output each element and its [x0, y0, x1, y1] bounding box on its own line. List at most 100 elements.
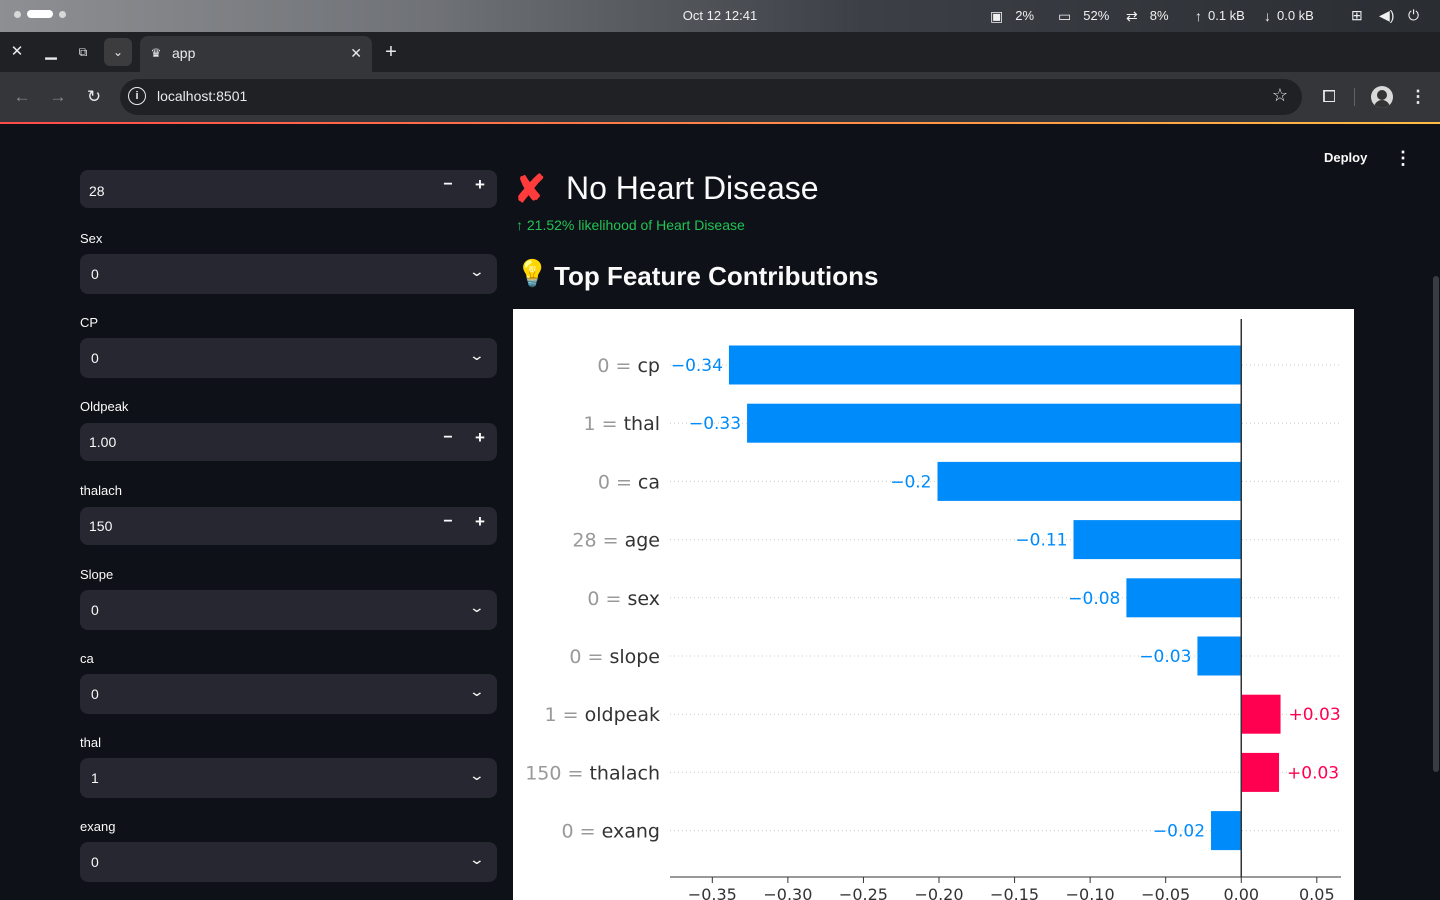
reload-icon[interactable]: ↻	[83, 86, 105, 108]
streamlit-favicon-icon: ♛	[150, 46, 162, 60]
deploy-button[interactable]: Deploy	[1324, 150, 1367, 165]
chevron-down-icon: ⌄	[468, 599, 486, 615]
minimize-window-icon[interactable]: ▁	[41, 42, 61, 62]
feature-value-text: 1 =	[583, 413, 623, 435]
memory-icon: ▭	[1058, 7, 1072, 24]
cp-label: CP	[80, 315, 99, 330]
bar-ca	[937, 461, 1242, 501]
download-indicator[interactable]: ↓ 0.0 kB	[1264, 8, 1314, 23]
prediction-delta: ↑ 21.52% likelihood of Heart Disease	[516, 217, 745, 233]
toolbar-divider	[1354, 88, 1355, 106]
feature-name-text: thal	[624, 413, 660, 435]
memory-indicator[interactable]: ▭ 52%	[1058, 8, 1109, 23]
prediction-result-title: No Heart Disease	[566, 170, 819, 206]
x-tick-label: −0.30	[763, 885, 812, 900]
url-text[interactable]: localhost:8501	[157, 88, 247, 104]
thalach-value[interactable]: 150	[89, 518, 112, 534]
value-label-age: −0.11	[1015, 531, 1067, 551]
page-scrollbar[interactable]	[1433, 276, 1439, 772]
exang-select[interactable]: 0 ⌄	[80, 842, 497, 882]
upload-arrow-icon: ↑	[1195, 7, 1202, 24]
close-tab-icon[interactable]: ✕	[350, 45, 362, 62]
system-top-bar: Oct 12 12:41 ▣ 2% ▭ 52% ⇄ 8% ↑ 0.1 kB ↓ …	[0, 0, 1440, 32]
category-label-slope: 0 = slope	[569, 646, 660, 668]
oldpeak-decrement-button[interactable]: −	[438, 429, 458, 447]
thalach-increment-button[interactable]: +	[470, 512, 490, 532]
sex-label: Sex	[80, 231, 103, 246]
power-icon[interactable]: ⏻	[1408, 8, 1419, 22]
x-tick-label: −0.35	[688, 885, 737, 900]
thal-selected-value: 1	[91, 770, 99, 786]
ca-select[interactable]: 0 ⌄	[80, 674, 497, 714]
cp-select[interactable]: 0 ⌄	[80, 338, 497, 378]
address-bar[interactable]: i localhost:8501 ☆	[120, 79, 1302, 115]
waterfall-chart-svg: −0.34 0 = cp −0.33 1 = thal −0.2 0 = ca −0.11 2…	[525, 319, 1341, 900]
feature-name-text: age	[625, 530, 660, 552]
avatar-body	[1374, 100, 1390, 108]
value-label-oldpeak: +0.03	[1289, 705, 1341, 725]
feature-name-text: exang	[602, 821, 660, 843]
slope-select[interactable]: 0 ⌄	[80, 590, 497, 630]
bar-oldpeak	[1241, 694, 1281, 734]
age-decrement-button[interactable]: −	[438, 176, 458, 194]
profile-avatar[interactable]	[1371, 86, 1393, 108]
new-tab-plus-icon[interactable]: +	[380, 41, 402, 63]
network-icon[interactable]: ⊞	[1351, 8, 1363, 22]
sex-select[interactable]: 0 ⌄	[80, 254, 497, 294]
feature-name-text: cp	[637, 355, 660, 377]
feature-name-text: slope	[609, 646, 660, 668]
avatar-head	[1377, 90, 1387, 100]
upload-value: 0.1 kB	[1208, 8, 1245, 23]
close-window-icon[interactable]: ✕	[7, 42, 27, 62]
x-tick-label: 0.00	[1223, 885, 1259, 900]
swap-indicator[interactable]: ⇄ 8%	[1126, 8, 1169, 23]
x-tick-label: −0.10	[1066, 885, 1115, 900]
upload-indicator[interactable]: ↑ 0.1 kB	[1195, 8, 1245, 23]
oldpeak-number-input[interactable]: 1.00 − +	[80, 423, 497, 461]
cpu-icon: ▣	[990, 7, 1004, 24]
feature-name-text: ca	[638, 471, 660, 493]
feature-value-text: 0 =	[597, 355, 637, 377]
bookmark-star-icon[interactable]: ☆	[1272, 85, 1288, 106]
bar-thal	[747, 403, 1242, 443]
tab-title: app	[172, 45, 196, 61]
chevron-down-icon: ⌄	[468, 347, 486, 363]
category-label-thalach: 150 = thalach	[525, 762, 660, 784]
browser-menu-icon[interactable]: ⋮	[1407, 86, 1429, 108]
x-tick-label: 0.05	[1299, 885, 1335, 900]
back-arrow-icon[interactable]: ←	[11, 86, 33, 108]
bar-cp	[728, 345, 1242, 385]
value-label-thal: −0.33	[689, 414, 741, 434]
category-label-ca: 0 = ca	[598, 471, 660, 493]
category-label-exang: 0 = exang	[562, 821, 660, 843]
ca-label: ca	[80, 651, 94, 666]
x-tick-label: −0.15	[990, 885, 1039, 900]
browser-tab[interactable]: ♛ app ✕	[140, 36, 372, 72]
oldpeak-value[interactable]: 1.00	[89, 434, 116, 450]
sex-selected-value: 0	[91, 266, 99, 282]
age-increment-button[interactable]: +	[470, 175, 490, 195]
slope-selected-value: 0	[91, 602, 99, 618]
cpu-indicator[interactable]: ▣ 2%	[990, 8, 1034, 23]
feature-value-text: 150 =	[525, 762, 589, 784]
category-label-age: 28 = age	[572, 530, 660, 552]
thal-select[interactable]: 1 ⌄	[80, 758, 497, 798]
thalach-label: thalach	[80, 483, 122, 498]
volume-icon[interactable]: ◀)	[1379, 8, 1394, 22]
thalach-decrement-button[interactable]: −	[438, 513, 458, 531]
delta-text: 21.52% likelihood of Heart Disease	[526, 217, 745, 233]
oldpeak-increment-button[interactable]: +	[470, 428, 490, 448]
extensions-icon[interactable]: ⧠	[1318, 86, 1340, 108]
age-number-input[interactable]: 28 − +	[80, 170, 497, 208]
download-value: 0.0 kB	[1277, 8, 1314, 23]
age-value[interactable]: 28	[89, 183, 105, 199]
app-menu-icon[interactable]: ⋮	[1394, 148, 1412, 168]
tab-search-chevron-icon[interactable]: ⌄	[104, 38, 132, 66]
category-label-cp: 0 = cp	[597, 355, 660, 377]
restore-window-icon[interactable]: ⧉	[73, 42, 93, 62]
thalach-number-input[interactable]: 150 − +	[80, 507, 497, 545]
forward-arrow-icon[interactable]: →	[47, 86, 69, 108]
feature-name-text: sex	[628, 588, 661, 610]
site-info-icon[interactable]: i	[128, 87, 146, 105]
category-label-oldpeak: 1 = oldpeak	[545, 704, 660, 726]
